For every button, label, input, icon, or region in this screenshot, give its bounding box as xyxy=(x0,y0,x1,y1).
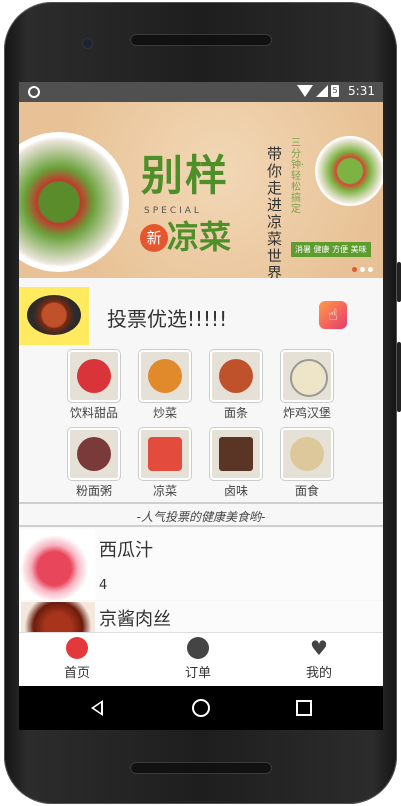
salad-bowl-image xyxy=(315,136,383,206)
banner-badge: 新 xyxy=(140,224,168,252)
category-label: 面条 xyxy=(223,406,248,420)
home-circle-icon[interactable] xyxy=(192,699,210,717)
banner-subtitle: 凉菜 xyxy=(167,218,232,256)
indicator-dot[interactable] xyxy=(352,267,357,272)
tab-label: 首页 xyxy=(63,666,90,681)
tab-orders[interactable]: 订单 xyxy=(158,637,238,681)
category-item[interactable]: 面条 xyxy=(204,350,268,421)
section-divider xyxy=(19,525,383,527)
category-item[interactable]: 粉面粥 xyxy=(62,428,126,499)
category-image xyxy=(281,428,333,480)
banner-tag: 消暑 健康 方便 美味 xyxy=(291,242,371,257)
category-label: 炒菜 xyxy=(152,406,177,420)
item-name: 京酱肉丝 xyxy=(99,609,171,630)
category-item[interactable]: 卤味 xyxy=(204,428,268,499)
item-count: 4 xyxy=(99,578,108,593)
item-name: 西瓜汁 xyxy=(99,540,153,561)
salad-plate-image xyxy=(19,132,129,272)
system-nav-bar xyxy=(19,686,383,730)
banner-vertical-small: 三分钟·轻松搞定 xyxy=(291,138,305,215)
category-image xyxy=(139,350,191,402)
bottom-tab-bar: 首页 订单 ♥ 我的 xyxy=(19,632,383,687)
banner-page-indicator[interactable] xyxy=(352,267,373,272)
status-bar: 5 5:31 xyxy=(19,82,383,102)
volume-button xyxy=(397,342,401,412)
category-item[interactable]: 饮料甜品 xyxy=(62,350,126,421)
category-item[interactable]: 炸鸡汉堡 xyxy=(275,350,339,421)
vote-thumbnail xyxy=(19,287,89,345)
item-image xyxy=(21,602,95,633)
tab-label: 我的 xyxy=(305,666,332,681)
signal-icon xyxy=(316,85,328,97)
bottom-speaker xyxy=(130,762,272,774)
category-image xyxy=(210,428,262,480)
tab-label: 订单 xyxy=(184,666,211,681)
category-image xyxy=(68,428,120,480)
cart-icon xyxy=(187,637,209,659)
notification-icon xyxy=(28,86,40,98)
banner-title: 别样 xyxy=(141,151,230,200)
vote-section[interactable]: 投票优选!!!!! ☝ xyxy=(19,287,383,345)
tab-home[interactable]: 首页 xyxy=(37,637,117,681)
promo-banner[interactable]: 别样 SPECIAL 新 凉菜 带你走进凉菜世界 三分钟·轻松搞定 消暑 健康 … xyxy=(19,102,383,278)
wifi-icon xyxy=(297,85,313,97)
front-camera xyxy=(82,38,93,49)
category-label: 炸鸡汉堡 xyxy=(282,406,331,420)
category-item[interactable]: 炒菜 xyxy=(133,350,197,421)
list-item[interactable]: 京酱肉丝 xyxy=(19,601,383,633)
item-image xyxy=(21,530,95,600)
category-image xyxy=(139,428,191,480)
category-label: 粉面粥 xyxy=(75,484,112,498)
battery-icon: 5 xyxy=(331,85,339,97)
popular-caption: -人气投票的健康美食哟- xyxy=(136,510,266,524)
indicator-dot[interactable] xyxy=(368,267,373,272)
list-item[interactable]: 西瓜汁 4 xyxy=(19,528,383,600)
tab-mine[interactable]: ♥ 我的 xyxy=(279,637,359,681)
home-icon xyxy=(66,637,88,659)
app-screen: 5 5:31 别样 SPECIAL 新 凉菜 带你走进凉菜世界 三分钟·轻松搞定… xyxy=(19,82,383,730)
vote-title: 投票优选!!!!! xyxy=(107,307,228,331)
section-divider xyxy=(19,502,383,504)
power-button xyxy=(397,262,401,302)
category-image xyxy=(68,350,120,402)
heart-icon: ♥ xyxy=(310,636,328,660)
indicator-dot[interactable] xyxy=(360,267,365,272)
category-label: 面食 xyxy=(294,484,319,498)
category-image xyxy=(281,350,333,402)
top-speaker xyxy=(130,34,272,46)
category-label: 饮料甜品 xyxy=(69,406,118,420)
category-label: 卤味 xyxy=(223,484,248,498)
category-item[interactable]: 面食 xyxy=(275,428,339,499)
category-label: 凉菜 xyxy=(152,484,177,498)
recent-apps-icon[interactable] xyxy=(296,700,312,716)
category-image xyxy=(210,350,262,402)
status-time: 5:31 xyxy=(348,84,375,98)
hand-pointer-icon[interactable]: ☝ xyxy=(319,301,347,329)
category-item[interactable]: 凉菜 xyxy=(133,428,197,499)
banner-vertical-text: 带你走进凉菜世界 xyxy=(267,145,283,279)
back-icon[interactable] xyxy=(91,700,103,716)
